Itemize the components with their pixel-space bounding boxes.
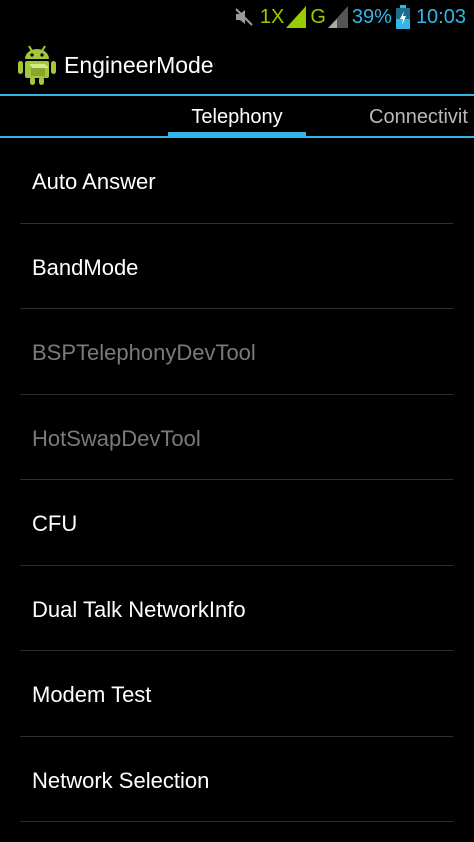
- list-item-hotswap-dev-tool[interactable]: HotSwapDevTool: [0, 395, 474, 480]
- muted-icon: [232, 5, 256, 29]
- list-item-modem-test[interactable]: Modem Test: [0, 651, 474, 737]
- network-type-label: 1X: [259, 6, 285, 28]
- tab-connectivity[interactable]: Connectivit: [369, 96, 468, 136]
- battery-charging-icon: [395, 5, 410, 29]
- action-bar: EngineerMode: [0, 34, 474, 96]
- status-bar-right: 1X G 39% 10:03: [228, 0, 466, 34]
- tab-telephony[interactable]: Telephony: [168, 96, 306, 136]
- list-item-auto-answer[interactable]: Auto Answer: [0, 138, 474, 224]
- list-item-label: Modem Test: [32, 682, 152, 707]
- status-bar: 1X G 39% 10:03: [0, 0, 474, 34]
- list-item-bsp-telephony-dev-tool[interactable]: BSPTelephonyDevTool: [0, 309, 474, 395]
- list-item-label: Network Selection: [32, 767, 210, 793]
- list-item-network-selection[interactable]: Network Selection: [0, 737, 474, 822]
- list-item-label: BSPTelephonyDevTool: [32, 340, 256, 365]
- signal-g-icon: G: [310, 0, 348, 34]
- telephony-list: Auto Answer BandMode BSPTelephonyDevTool…: [0, 138, 474, 842]
- signal-1x-icon: 1X: [259, 0, 307, 34]
- list-item-dual-talk-networkinfo[interactable]: Dual Talk NetworkInfo: [0, 566, 474, 651]
- battery-percent-label: 39%: [351, 6, 392, 28]
- android-icon[interactable]: [17, 44, 57, 86]
- network-type-2-label: G: [310, 6, 326, 28]
- list-item-label: HotSwapDevTool: [32, 425, 201, 451]
- app-title: EngineerMode: [64, 52, 214, 78]
- list-item-label: CFU: [32, 511, 78, 536]
- list-item-label: Dual Talk NetworkInfo: [32, 596, 246, 622]
- list-item-label: BandMode: [32, 254, 139, 280]
- tab-strip: Telephony Connectivit: [0, 96, 474, 138]
- list-item-bandmode[interactable]: BandMode: [0, 224, 474, 309]
- clock: 10:03: [415, 6, 466, 28]
- list-item-cfu[interactable]: CFU: [0, 480, 474, 566]
- list-item-label: Auto Answer: [32, 169, 156, 194]
- battery-percent: 39%: [352, 0, 392, 34]
- list-divider: [20, 821, 453, 822]
